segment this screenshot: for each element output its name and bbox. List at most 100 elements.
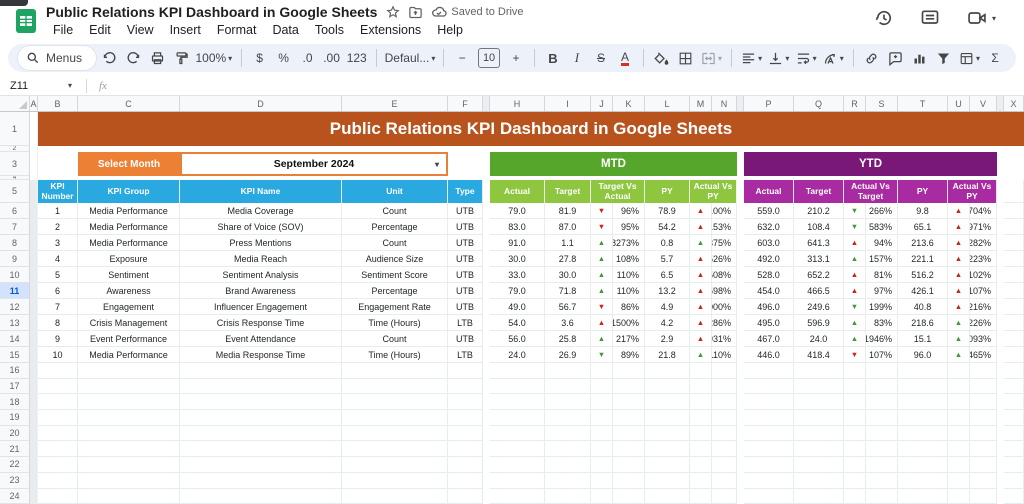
cell[interactable]: ▲ — [948, 219, 970, 235]
cell[interactable] — [591, 394, 613, 411]
cell[interactable]: ▲ — [844, 235, 866, 251]
cell[interactable] — [342, 363, 448, 379]
cell[interactable] — [794, 472, 844, 489]
menu-format[interactable]: Format — [210, 22, 264, 38]
cell[interactable]: 11375% — [712, 235, 737, 251]
cell[interactable] — [591, 441, 613, 458]
cell[interactable] — [1004, 394, 1024, 411]
cell[interactable] — [1004, 363, 1024, 379]
cell[interactable] — [898, 363, 948, 379]
cell[interactable] — [30, 441, 38, 458]
cell[interactable] — [844, 441, 866, 458]
column-header-R[interactable]: R — [844, 96, 866, 111]
cell[interactable] — [970, 410, 997, 426]
cell[interactable] — [645, 425, 690, 442]
cell[interactable] — [948, 363, 970, 379]
cell[interactable] — [737, 410, 744, 426]
cell[interactable]: ▲ — [844, 331, 866, 347]
cell[interactable]: 526% — [712, 251, 737, 267]
undo-button[interactable] — [98, 47, 120, 69]
cell[interactable] — [78, 472, 180, 489]
cell[interactable] — [744, 394, 794, 411]
cell[interactable] — [712, 410, 737, 426]
cell[interactable]: 426.1 — [898, 283, 948, 299]
column-header-K[interactable]: K — [613, 96, 645, 111]
cell[interactable] — [490, 488, 545, 504]
cell[interactable] — [30, 410, 38, 426]
cell[interactable]: 9 — [38, 331, 78, 347]
cell[interactable]: UTB — [448, 267, 483, 283]
column-header-cell[interactable]: Target — [545, 180, 591, 203]
cell[interactable]: UTB — [448, 203, 483, 219]
cell[interactable]: ▲ — [591, 267, 613, 283]
cell[interactable]: 102% — [970, 267, 997, 283]
cell[interactable]: Time (Hours) — [342, 347, 448, 363]
cell[interactable] — [448, 410, 483, 426]
cell[interactable] — [1004, 180, 1024, 203]
cell[interactable] — [970, 378, 997, 395]
cell[interactable]: ▲ — [690, 331, 712, 347]
cell[interactable] — [898, 488, 948, 504]
cell[interactable]: Press Mentions — [180, 235, 342, 251]
cell[interactable]: 96% — [613, 203, 645, 219]
cell[interactable] — [545, 378, 591, 395]
cell[interactable]: 81.9 — [545, 203, 591, 219]
cell[interactable]: 13.2 — [645, 283, 690, 299]
cell[interactable] — [1004, 251, 1024, 267]
cell[interactable]: 33.0 — [490, 267, 545, 283]
cell[interactable]: 100% — [712, 203, 737, 219]
version-history-icon[interactable] — [874, 8, 894, 28]
cell[interactable] — [545, 363, 591, 379]
column-header-V[interactable]: V — [970, 96, 997, 111]
cell[interactable] — [30, 394, 38, 411]
cell[interactable] — [690, 472, 712, 489]
format-currency-button[interactable]: $ — [249, 47, 271, 69]
cell[interactable]: 110% — [613, 267, 645, 283]
cell[interactable] — [794, 425, 844, 442]
cell[interactable] — [997, 378, 1004, 395]
cell[interactable] — [490, 425, 545, 442]
cell[interactable] — [844, 363, 866, 379]
cell[interactable] — [898, 425, 948, 442]
sheets-logo-icon[interactable] — [13, 8, 39, 34]
cell[interactable]: 56.7 — [545, 299, 591, 315]
cell[interactable]: Event Attendance — [180, 331, 342, 347]
cell[interactable]: ▲ — [948, 299, 970, 315]
cell[interactable]: 466.5 — [794, 283, 844, 299]
cell[interactable] — [30, 315, 38, 331]
cell[interactable] — [38, 488, 78, 504]
cell[interactable]: ▲ — [690, 235, 712, 251]
cell[interactable]: 78.9 — [645, 203, 690, 219]
comment-history-icon[interactable] — [920, 8, 940, 28]
cell[interactable] — [342, 457, 448, 473]
cell[interactable]: 96.0 — [898, 347, 948, 363]
cell[interactable] — [1004, 219, 1024, 235]
cell[interactable]: 27.8 — [545, 251, 591, 267]
cell[interactable]: ▲ — [948, 315, 970, 331]
horizontal-align-button[interactable]: ▾ — [739, 47, 764, 69]
format-percent-button[interactable]: % — [273, 47, 295, 69]
cell[interactable] — [448, 394, 483, 411]
cell[interactable] — [30, 378, 38, 395]
cell[interactable]: 1931% — [712, 331, 737, 347]
row-header[interactable]: 9 — [0, 251, 30, 267]
menu-help[interactable]: Help — [430, 22, 470, 38]
cell[interactable] — [591, 378, 613, 395]
cell[interactable] — [744, 378, 794, 395]
cell[interactable]: 0.8 — [645, 235, 690, 251]
cell[interactable]: 91.0 — [490, 235, 545, 251]
cell[interactable] — [712, 472, 737, 489]
functions-button[interactable]: Σ — [984, 47, 1006, 69]
cell[interactable]: ▲ — [591, 315, 613, 331]
cell[interactable] — [997, 457, 1004, 473]
insert-chart-button[interactable] — [909, 47, 931, 69]
cell[interactable]: 199% — [866, 299, 898, 315]
cell[interactable] — [1004, 472, 1024, 489]
column-header-cell[interactable]: Actual — [490, 180, 545, 203]
cell[interactable] — [794, 394, 844, 411]
cell[interactable] — [1004, 378, 1024, 395]
cell[interactable]: 24.0 — [794, 331, 844, 347]
cell[interactable] — [1004, 235, 1024, 251]
cell[interactable] — [591, 457, 613, 473]
cell[interactable] — [483, 425, 490, 442]
